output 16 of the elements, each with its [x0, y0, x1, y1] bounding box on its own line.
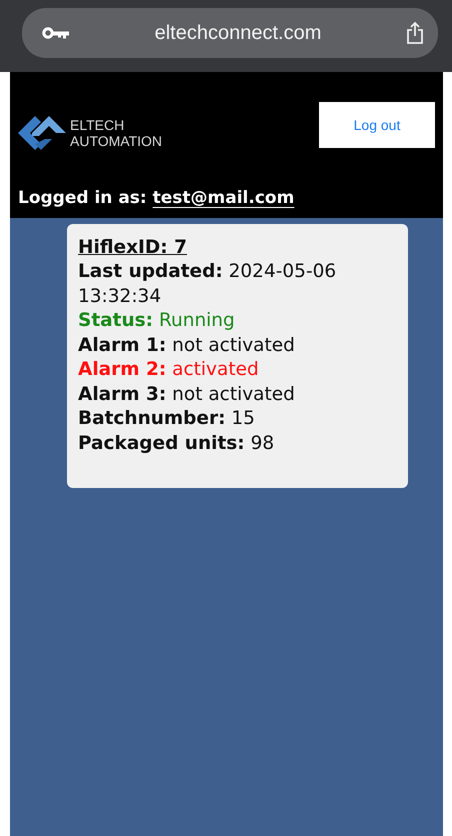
user-email: test@mail.com: [152, 188, 294, 208]
share-icon[interactable]: [406, 21, 424, 45]
field-line: Status: Running: [78, 309, 236, 333]
logo-text: AUTOMATION: [70, 133, 162, 149]
field-line: Alarm 2: activated: [78, 358, 260, 382]
field-line: Alarm 3: not activated: [78, 382, 296, 406]
card-title: HiflexID: 7: [78, 236, 188, 260]
field-line: Last updated: 2024-05-06 13:32:34: [78, 260, 338, 308]
logout-button[interactable]: Log out: [319, 102, 435, 148]
logo-icon: [18, 116, 66, 150]
logged-in-label: Logged in as:: [18, 188, 147, 208]
field-line: Packaged units: 98: [78, 432, 276, 456]
key-icon[interactable]: [42, 27, 70, 39]
field-line: Alarm 1: not activated: [78, 334, 296, 358]
field-line: Batchnumber: 15: [78, 407, 256, 431]
logo-text: ELTECH: [70, 117, 126, 133]
